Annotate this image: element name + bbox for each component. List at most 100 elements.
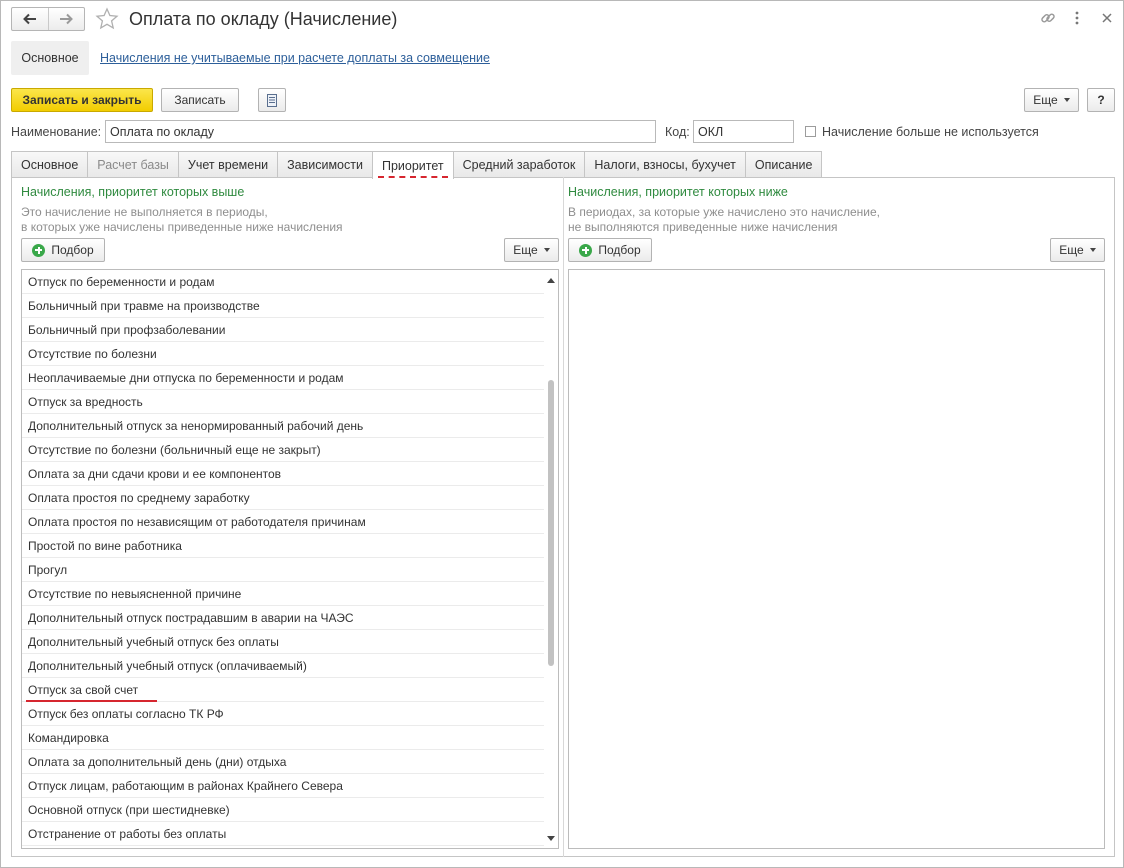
close-icon bbox=[1102, 13, 1112, 23]
right-more-button[interactable]: Еще bbox=[1050, 238, 1105, 262]
list-item-label: Больничный при травме на производстве bbox=[28, 298, 260, 313]
vertical-scrollbar[interactable] bbox=[544, 270, 558, 848]
scroll-up-icon[interactable] bbox=[547, 278, 555, 283]
list-item[interactable]: Отпуск лицам, работающим в районах Крайн… bbox=[22, 774, 544, 798]
tab-label: Основное bbox=[21, 158, 79, 172]
list-item[interactable]: Отсутствие по невыясненной причине bbox=[22, 582, 544, 606]
highlight-underline bbox=[26, 700, 157, 702]
higher-priority-list[interactable]: Отстранение от работы без оплаты Основной… bbox=[21, 269, 559, 849]
left-pick-button[interactable]: Подбор bbox=[21, 238, 105, 262]
list-item[interactable]: Дополнительный учебный отпуск без оплаты bbox=[22, 630, 544, 654]
more-actions-button[interactable] bbox=[1068, 9, 1086, 27]
list-item[interactable]: Дополнительный учебный отпуск (оплачивае… bbox=[22, 654, 544, 678]
back-button[interactable] bbox=[12, 8, 48, 30]
list-item[interactable]: Больничный при профзаболевании bbox=[22, 318, 544, 342]
list-item-label: Отстранение от работы без оплаты bbox=[28, 826, 227, 841]
list-item[interactable]: Командировка bbox=[22, 726, 544, 750]
tab-time-tracking[interactable]: Учет времени bbox=[177, 151, 279, 178]
tab-priority[interactable]: Приоритет bbox=[371, 151, 454, 179]
more-button[interactable]: Еще bbox=[1024, 88, 1079, 112]
list-item-label: Отсутствие по невыясненной причине bbox=[28, 586, 242, 601]
list-item[interactable]: Основной отпуск (при шестидневке) bbox=[22, 798, 544, 822]
scroll-thumb[interactable] bbox=[548, 380, 554, 666]
not-used-checkbox[interactable] bbox=[805, 126, 816, 137]
lower-priority-list[interactable] bbox=[568, 269, 1105, 849]
document-list-icon bbox=[267, 93, 277, 107]
list-item[interactable]: Неоплачиваемые дни отпуска по беременнос… bbox=[22, 366, 544, 390]
list-item[interactable]: Отпуск за свой счет bbox=[22, 678, 544, 702]
higher-priority-title: Начисления, приоритет которых выше bbox=[21, 185, 245, 199]
close-button[interactable] bbox=[1098, 9, 1116, 27]
name-field[interactable] bbox=[105, 120, 656, 143]
vertical-dots-icon bbox=[1075, 11, 1079, 25]
list-item[interactable]: Дополнительный отпуск за ненормированный… bbox=[22, 414, 544, 438]
list-item-label: Оплата за дни сдачи крови и ее компонент… bbox=[28, 466, 282, 481]
list-item-label: Отсутствие по болезни (больничный еще не… bbox=[28, 442, 321, 457]
list-item[interactable]: Оплата простоя по среднему заработку bbox=[22, 486, 544, 510]
list-item[interactable]: Оплата простоя по независящим от работод… bbox=[22, 510, 544, 534]
lower-priority-hint-line1: В периодах, за которые уже начислено это… bbox=[568, 205, 880, 219]
add-icon bbox=[32, 243, 46, 257]
chevron-down-icon bbox=[1089, 248, 1096, 252]
tab-main[interactable]: Основное bbox=[11, 151, 89, 178]
scroll-down-icon[interactable] bbox=[547, 836, 555, 841]
code-label: Код: bbox=[665, 125, 690, 139]
list-item[interactable]: Оплата за дополнительный день (дни) отды… bbox=[22, 750, 544, 774]
tab-label: Учет времени bbox=[187, 158, 269, 172]
link-icon bbox=[1041, 13, 1055, 23]
tab-description[interactable]: Описание bbox=[744, 151, 823, 178]
form-window: Оплата по окладу (Начисление) Основное Н… bbox=[0, 0, 1124, 868]
tab-base-calculation[interactable]: Расчет базы bbox=[87, 151, 179, 178]
tab-average-earnings[interactable]: Средний заработок bbox=[452, 151, 586, 178]
lower-priority-title: Начисления, приоритет которых ниже bbox=[568, 185, 788, 199]
navigation-group bbox=[11, 7, 85, 31]
section-link-excluded-accruals[interactable]: Начисления не учитываемые при расчете до… bbox=[100, 51, 490, 65]
list-item-label: Дополнительный отпуск пострадавшим в ава… bbox=[28, 610, 354, 625]
list-item-label: Дополнительный учебный отпуск (оплачивае… bbox=[28, 658, 307, 673]
link-button[interactable] bbox=[1039, 9, 1057, 27]
list-item-label: Основной отпуск (при шестидневке) bbox=[28, 802, 230, 817]
list-item-label: Оплата простоя по независящим от работод… bbox=[28, 514, 366, 529]
list-item[interactable]: Отсутствие по болезни bbox=[22, 342, 544, 366]
list-item[interactable]: Прогул bbox=[22, 558, 544, 582]
list-item[interactable]: Отпуск по беременности и родам bbox=[22, 270, 544, 294]
star-icon bbox=[95, 7, 119, 30]
list-item-label: Отпуск за свой счет bbox=[28, 682, 139, 697]
save-and-close-button[interactable]: Записать и закрыть bbox=[11, 88, 153, 112]
save-button[interactable]: Записать bbox=[161, 88, 239, 112]
list-item-label: Отпуск за вредность bbox=[28, 394, 143, 409]
tab-label: Налоги, взносы, бухучет bbox=[594, 158, 736, 172]
list-item[interactable]: Дополнительный отпуск пострадавшим в ава… bbox=[22, 606, 544, 630]
list-item-label: Прогул bbox=[28, 562, 68, 577]
tab-dependencies[interactable]: Зависимости bbox=[277, 151, 373, 178]
tab-label: Описание bbox=[754, 158, 813, 172]
list-item[interactable]: Отпуск за вредность bbox=[22, 390, 544, 414]
list-item-label: Оплата за дополнительный день (дни) отды… bbox=[28, 754, 287, 769]
chevron-down-icon bbox=[1063, 98, 1070, 102]
more-button-label: Еще bbox=[1033, 93, 1058, 107]
window-title: Оплата по окладу (Начисление) bbox=[129, 9, 398, 29]
tab-label: Средний заработок bbox=[462, 158, 576, 172]
favorite-button[interactable] bbox=[95, 7, 119, 31]
list-item[interactable]: Простой по вине работника bbox=[22, 534, 544, 558]
list-item[interactable]: Отстранение от работы без оплаты bbox=[22, 822, 544, 846]
code-field[interactable] bbox=[693, 120, 794, 143]
report-button[interactable] bbox=[258, 88, 286, 112]
help-button[interactable]: ? bbox=[1087, 88, 1115, 112]
name-label: Наименование: bbox=[11, 125, 102, 139]
left-more-button[interactable]: Еще bbox=[504, 238, 559, 262]
list-item[interactable]: Отсутствие по болезни (больничный еще не… bbox=[22, 438, 544, 462]
higher-priority-hint-line1: Это начисление не выполняется в периоды, bbox=[21, 205, 268, 219]
list-item[interactable]: Отпуск без оплаты согласно ТК РФ bbox=[22, 702, 544, 726]
section-main[interactable]: Основное bbox=[11, 41, 89, 75]
list-item-label: Отсутствие по болезни bbox=[28, 346, 157, 361]
list-item[interactable]: Оплата за дни сдачи крови и ее компонент… bbox=[22, 462, 544, 486]
list-item-label: Дополнительный отпуск за ненормированный… bbox=[28, 418, 364, 433]
forward-button[interactable] bbox=[47, 8, 85, 30]
right-pick-button[interactable]: Подбор bbox=[568, 238, 652, 262]
more-button-label: Еще bbox=[1059, 243, 1084, 257]
tab-label: Расчет базы bbox=[97, 158, 169, 172]
list-item[interactable]: Больничный при травме на производстве bbox=[22, 294, 544, 318]
panel-splitter[interactable] bbox=[563, 177, 564, 857]
tab-taxes[interactable]: Налоги, взносы, бухучет bbox=[584, 151, 746, 178]
